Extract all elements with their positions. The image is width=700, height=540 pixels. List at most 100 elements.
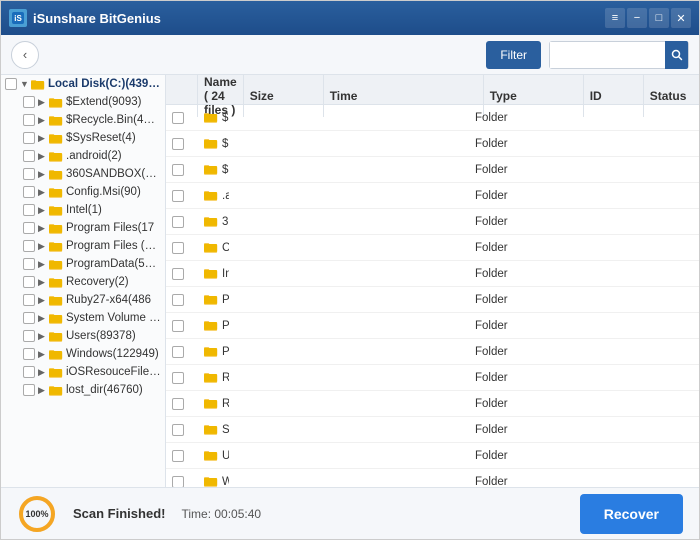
sidebar-check-0[interactable] — [23, 96, 35, 108]
sidebar-item-12[interactable]: ▶ System Volume Information(16) — [1, 309, 165, 327]
sidebar-check-1[interactable] — [23, 114, 35, 126]
sidebar-expand-3[interactable]: ▶ — [38, 151, 48, 162]
root-checkbox[interactable] — [5, 78, 17, 90]
sidebar-expand-6[interactable]: ▶ — [38, 205, 48, 216]
close-button[interactable]: ✕ — [671, 8, 691, 28]
sidebar-check-5[interactable] — [23, 186, 35, 198]
minimize-button[interactable]: − — [627, 8, 647, 28]
file-row-0[interactable]: $ExtendFolder — [166, 105, 699, 131]
maximize-button[interactable]: □ — [649, 8, 669, 28]
file-check-1[interactable] — [172, 138, 184, 150]
file-row-4[interactable]: 360SANDBOXFolder — [166, 209, 699, 235]
sidebar-check-12[interactable] — [23, 312, 35, 324]
sidebar-expand-8[interactable]: ▶ — [38, 241, 48, 252]
sidebar-expand-15[interactable]: ▶ — [38, 367, 48, 378]
back-button[interactable]: ‹ — [11, 41, 39, 69]
file-check-13[interactable] — [172, 450, 184, 462]
sidebar-item-13[interactable]: ▶ Users(89378) — [1, 327, 165, 345]
sidebar-expand-7[interactable]: ▶ — [38, 223, 48, 234]
sidebar-item-0[interactable]: ▶ $Extend(9093) — [1, 93, 165, 111]
sidebar-item-1[interactable]: ▶ $Recycle.Bin(4934) — [1, 111, 165, 129]
file-check-10[interactable] — [172, 372, 184, 384]
file-check-12[interactable] — [172, 424, 184, 436]
sidebar-check-6[interactable] — [23, 204, 35, 216]
search-input[interactable] — [550, 42, 665, 68]
sidebar-label-3: .android(2) — [66, 150, 122, 162]
sidebar-expand-16[interactable]: ▶ — [38, 385, 48, 396]
sidebar-expand-4[interactable]: ▶ — [38, 169, 48, 180]
sidebar-item-3[interactable]: ▶ .android(2) — [1, 147, 165, 165]
file-check-11[interactable] — [172, 398, 184, 410]
sidebar-expand-12[interactable]: ▶ — [38, 313, 48, 324]
sidebar-expand-9[interactable]: ▶ — [38, 259, 48, 270]
root-expand-icon[interactable]: ▼ — [20, 79, 30, 89]
sidebar-check-11[interactable] — [23, 294, 35, 306]
file-row-10[interactable]: RecoveryFolder — [166, 365, 699, 391]
sidebar-expand-13[interactable]: ▶ — [38, 331, 48, 342]
file-row-14[interactable]: WindowsFolder — [166, 469, 699, 487]
sidebar-check-14[interactable] — [23, 348, 35, 360]
search-button[interactable] — [665, 41, 688, 69]
sidebar-expand-1[interactable]: ▶ — [38, 115, 48, 126]
file-check-9[interactable] — [172, 346, 184, 358]
sidebar-expand-2[interactable]: ▶ — [38, 133, 48, 144]
file-row-12[interactable]: System Volume InformationFolder — [166, 417, 699, 443]
sidebar-check-8[interactable] — [23, 240, 35, 252]
file-check-7[interactable] — [172, 294, 184, 306]
sidebar-expand-0[interactable]: ▶ — [38, 97, 48, 108]
file-check-3[interactable] — [172, 190, 184, 202]
sidebar-check-4[interactable] — [23, 168, 35, 180]
file-row-3[interactable]: .androidFolder — [166, 183, 699, 209]
sidebar-item-14[interactable]: ▶ Windows(122949) — [1, 345, 165, 363]
filter-button[interactable]: Filter — [486, 41, 541, 69]
file-time-0 — [309, 105, 469, 130]
sidebar-item-6[interactable]: ▶ Intel(1) — [1, 201, 165, 219]
sidebar-expand-5[interactable]: ▶ — [38, 187, 48, 198]
sidebar-expand-10[interactable]: ▶ — [38, 277, 48, 288]
sidebar-check-3[interactable] — [23, 150, 35, 162]
file-row-2[interactable]: $SysResetFolder — [166, 157, 699, 183]
file-check-4[interactable] — [172, 216, 184, 228]
sidebar-expand-14[interactable]: ▶ — [38, 349, 48, 360]
sidebar-item-2[interactable]: ▶ $SysReset(4) — [1, 129, 165, 147]
sidebar-check-16[interactable] — [23, 384, 35, 396]
file-row-9[interactable]: ProgramDataFolder — [166, 339, 699, 365]
recover-button[interactable]: Recover — [580, 494, 683, 534]
sidebar-item-7[interactable]: ▶ Program Files(17 — [1, 219, 165, 237]
file-row-6[interactable]: IntelFolder — [166, 261, 699, 287]
tree-root[interactable]: ▼ Local Disk(C:)(439235) — [1, 75, 165, 93]
sidebar-expand-11[interactable]: ▶ — [38, 295, 48, 306]
sidebar-item-10[interactable]: ▶ Recovery(2) — [1, 273, 165, 291]
sidebar-check-9[interactable] — [23, 258, 35, 270]
file-status-8 — [629, 313, 699, 338]
sidebar-check-13[interactable] — [23, 330, 35, 342]
file-check-2[interactable] — [172, 164, 184, 176]
file-check-14[interactable] — [172, 476, 184, 488]
sidebar-check-2[interactable] — [23, 132, 35, 144]
sidebar-check-15[interactable] — [23, 366, 35, 378]
sidebar-item-11[interactable]: ▶ Ruby27-x64(486 — [1, 291, 165, 309]
file-row-8[interactable]: Program Files (x86)Folder — [166, 313, 699, 339]
file-check-0[interactable] — [172, 112, 184, 124]
file-row-13[interactable]: UsersFolder — [166, 443, 699, 469]
sidebar-item-8[interactable]: ▶ Program Files (x86)(254 — [1, 237, 165, 255]
sidebar-item-4[interactable]: ▶ 360SANDBOX(10) — [1, 165, 165, 183]
folder-icon-6 — [49, 205, 63, 216]
sidebar-check-7[interactable] — [23, 222, 35, 234]
file-row-1[interactable]: $Recycle.BinFolder — [166, 131, 699, 157]
sidebar-item-5[interactable]: ▶ Config.Msi(90) — [1, 183, 165, 201]
sidebar-item-9[interactable]: ▶ ProgramData(5992) — [1, 255, 165, 273]
file-row-5[interactable]: Config.MsiFolder — [166, 235, 699, 261]
folder-icon-4 — [49, 169, 63, 180]
menu-button[interactable]: ≡ — [605, 8, 625, 28]
file-row-7[interactable]: Program FilesFolder — [166, 287, 699, 313]
file-type-8: Folder — [469, 313, 569, 338]
sidebar-item-15[interactable]: ▶ iOSResouceFile(2) — [1, 363, 165, 381]
file-check-8[interactable] — [172, 320, 184, 332]
sidebar-check-10[interactable] — [23, 276, 35, 288]
file-row-11[interactable]: Ruby27-x64Folder — [166, 391, 699, 417]
file-check-5[interactable] — [172, 242, 184, 254]
file-check-6[interactable] — [172, 268, 184, 280]
sidebar-item-16[interactable]: ▶ lost_dir(46760) — [1, 381, 165, 399]
file-name-0: $Extend — [198, 105, 229, 130]
